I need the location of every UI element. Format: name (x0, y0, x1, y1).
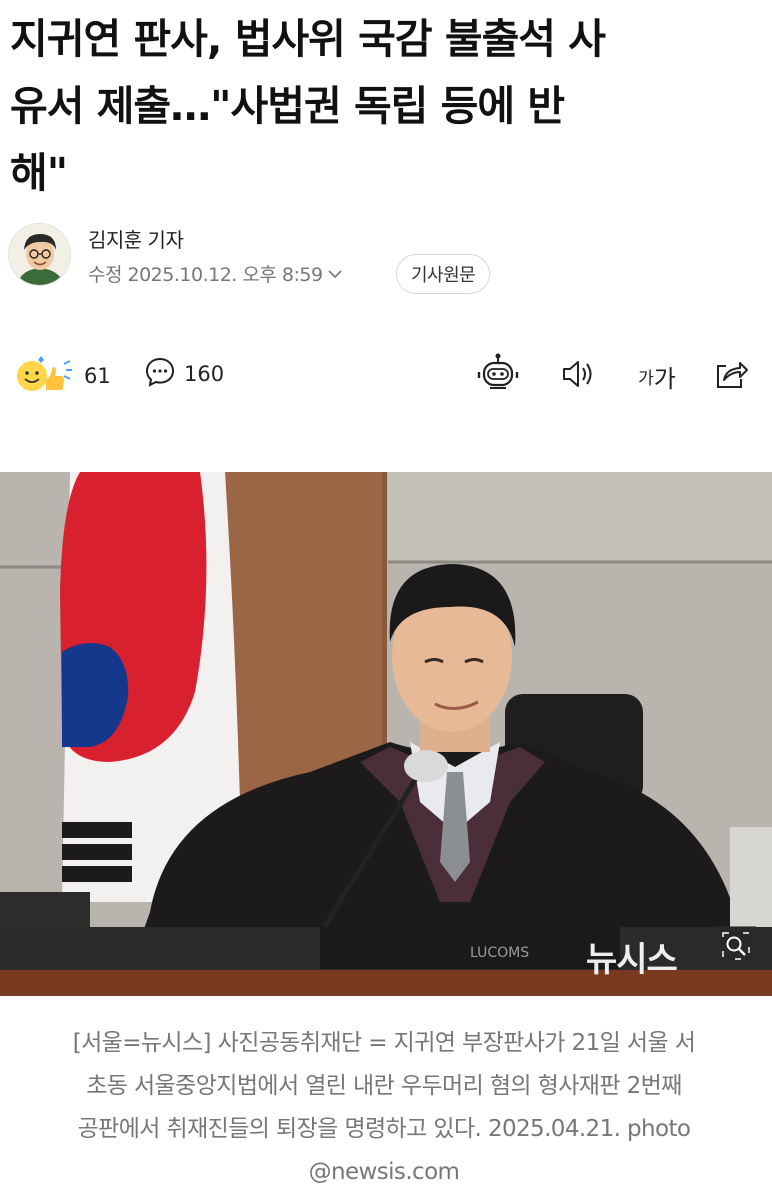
magnifier-icon (722, 932, 750, 960)
podium-brand-text: LUCOMS (470, 945, 529, 961)
headline-line: 유서 제출…"사법권 독립 등에 반 (10, 82, 565, 130)
font-size-button[interactable]: 가가 (632, 354, 682, 398)
reaction-button[interactable]: 61 (14, 354, 111, 398)
author-avatar[interactable] (8, 223, 71, 286)
original-article-button[interactable]: 기사원문 (396, 254, 491, 294)
chevron-down-icon (327, 263, 343, 285)
caption-line: 초동 서울중앙지법에서 열린 내란 우두머리 혐의 형사재판 2번째 (86, 1073, 682, 1099)
font-size-big-label: 가 (653, 364, 676, 393)
author-name[interactable]: 김지훈 기자 (88, 224, 184, 253)
article-headline: 지귀연 판사, 법사위 국감 불출석 사 유서 제출…"사법권 독립 등에 반 … (10, 6, 762, 207)
caption-line: [서울=뉴시스] 사진공동취재단 = 지귀연 부장판사가 21일 서울 서 (72, 1030, 696, 1056)
summary-bot-button[interactable] (476, 352, 520, 400)
modified-time[interactable]: 수정 2025.10.12. 오후 8:59 (88, 260, 343, 287)
headline-line: 지귀연 판사, 법사위 국감 불출석 사 (10, 15, 606, 63)
text-to-speech-button[interactable] (556, 354, 600, 398)
font-size-small-label: 가 (638, 368, 654, 389)
photo-caption: [서울=뉴시스] 사진공동취재단 = 지귀연 부장판사가 21일 서울 서 초동… (14, 1022, 754, 1190)
photo-watermark: 뉴시스 (586, 940, 678, 980)
article-photo[interactable]: LUCOMS 뉴시스 (0, 472, 772, 996)
byline: 김지훈 기자 수정 2025.10.12. 오후 8:59 기사원문 (8, 220, 748, 294)
robot-icon (476, 352, 520, 400)
comment-count: 160 (184, 362, 225, 386)
caption-line: 공판에서 취재진들의 퇴장을 명령하고 있다. 2025.04.21. phot… (77, 1116, 691, 1142)
photo-zoom-button[interactable] (716, 926, 756, 966)
share-icon (710, 354, 750, 398)
smile-thumbs-icon (14, 354, 78, 398)
speech-bubble-icon (144, 356, 176, 392)
article-action-bar: 61 160 가 가 (0, 350, 772, 400)
speaker-icon (558, 354, 598, 398)
share-button[interactable] (708, 354, 752, 398)
comment-button[interactable]: 160 (144, 356, 224, 392)
headline-line: 해" (10, 149, 68, 197)
caption-line: @newsis.com (308, 1159, 460, 1185)
modified-time-text: 수정 2025.10.12. 오후 8:59 (88, 264, 323, 286)
reaction-count: 61 (84, 364, 111, 388)
